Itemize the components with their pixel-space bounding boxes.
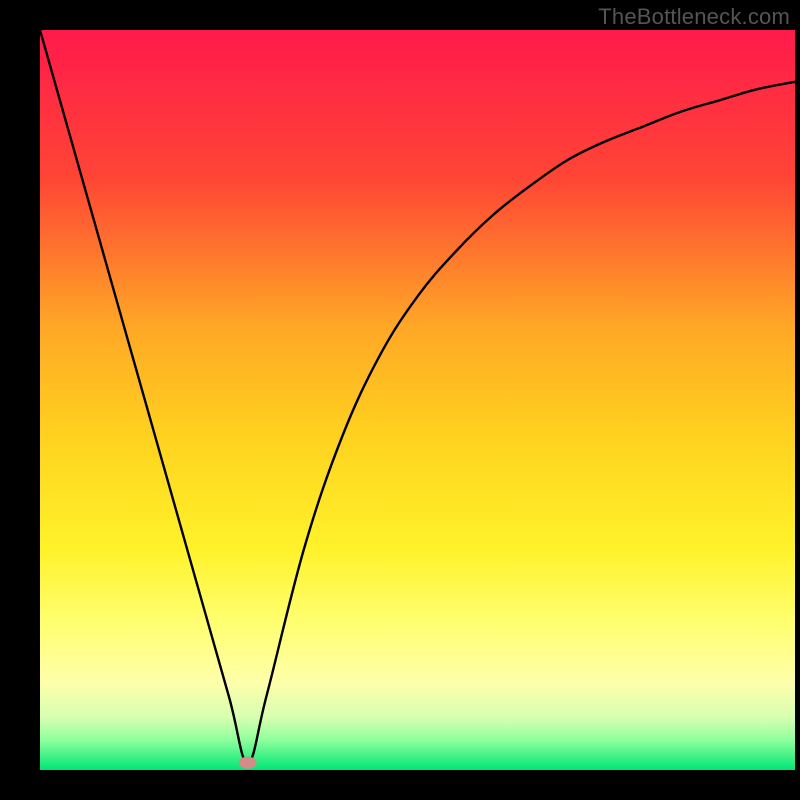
chart-container: TheBottleneck.com [0, 0, 800, 800]
plot-background [40, 30, 795, 770]
bottleneck-chart [0, 0, 800, 800]
watermark-label: TheBottleneck.com [598, 4, 790, 30]
optimal-point-marker [239, 757, 257, 769]
